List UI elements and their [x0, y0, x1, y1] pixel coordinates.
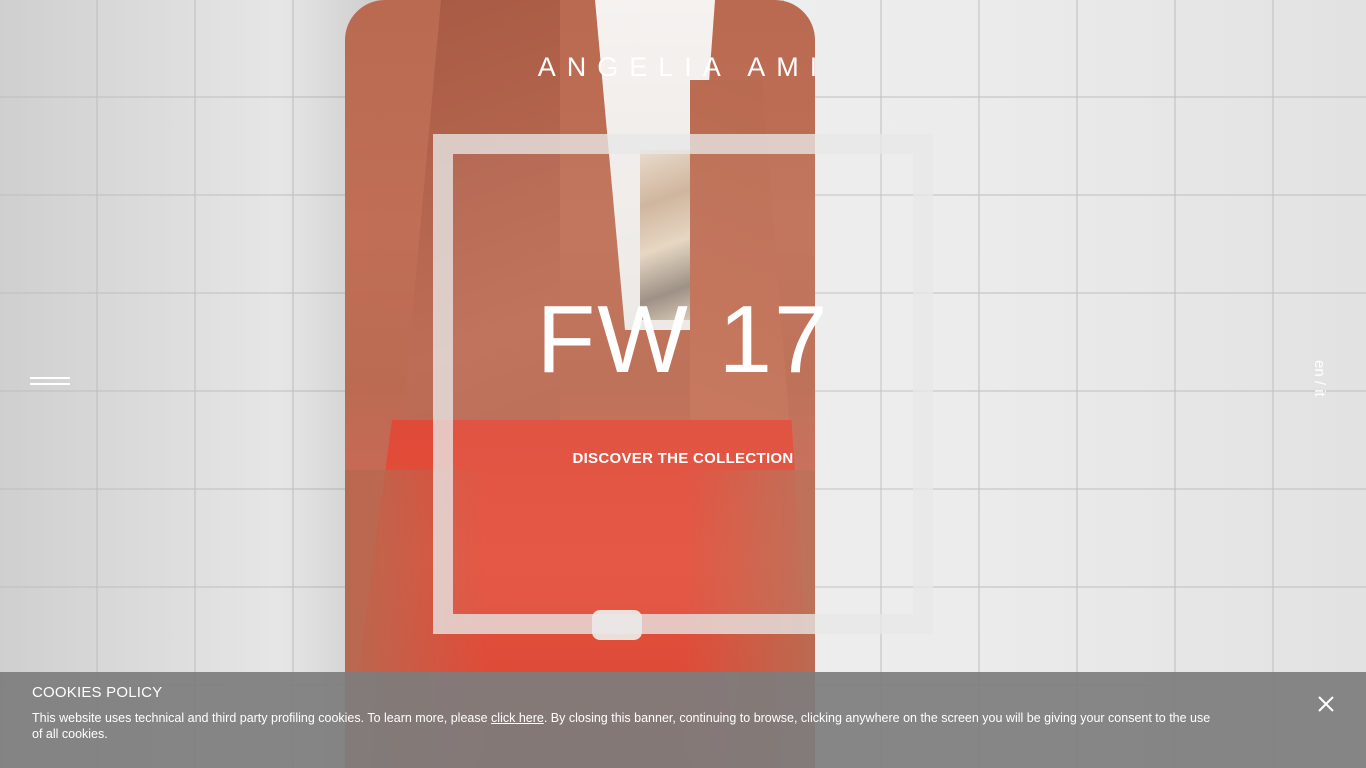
cookie-text: This website uses technical and third pa…	[32, 710, 1222, 742]
discover-collection-link[interactable]: DISCOVER THE COLLECTION	[433, 450, 933, 467]
language-separator: /	[1311, 380, 1328, 386]
language-option-it[interactable]: it	[1311, 389, 1328, 397]
cookie-text-before: This website uses technical and third pa…	[32, 711, 492, 725]
hamburger-icon-line	[30, 383, 70, 385]
cookie-banner[interactable]: COOKIES POLICY This website uses technic…	[0, 672, 1366, 768]
language-switch: en / it	[1309, 360, 1329, 410]
hamburger-icon	[30, 377, 70, 379]
cookie-title: COOKIES POLICY	[32, 684, 163, 701]
menu-button[interactable]	[28, 374, 72, 394]
brand-logo[interactable]: ANGELIA AMI	[483, 52, 883, 83]
language-option-en[interactable]: en	[1311, 360, 1328, 377]
close-icon[interactable]	[1314, 692, 1338, 716]
feature-title: FW 17	[536, 286, 830, 393]
cookie-policy-link[interactable]: click here	[491, 711, 544, 725]
